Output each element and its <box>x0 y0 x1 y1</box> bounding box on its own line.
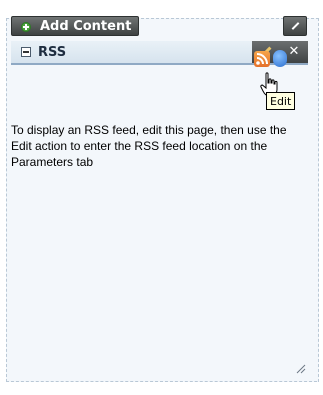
portlet-message: To display an RSS feed, edit this page, … <box>11 123 287 169</box>
pencil-icon <box>291 22 300 30</box>
rss-icon[interactable] <box>254 51 270 67</box>
panel-bottom-border <box>6 381 317 382</box>
portlet-title: RSS <box>38 45 67 60</box>
resize-handle-icon[interactable] <box>294 362 306 374</box>
add-content-label: Add Content <box>40 19 132 34</box>
edit-layout-button[interactable] <box>283 16 307 36</box>
collapse-icon[interactable] <box>21 47 31 57</box>
edit-tooltip: Edit <box>266 92 296 110</box>
add-content-button[interactable]: Add Content <box>11 16 139 36</box>
plus-circle-icon <box>21 22 31 32</box>
globe-icon[interactable] <box>273 50 287 67</box>
